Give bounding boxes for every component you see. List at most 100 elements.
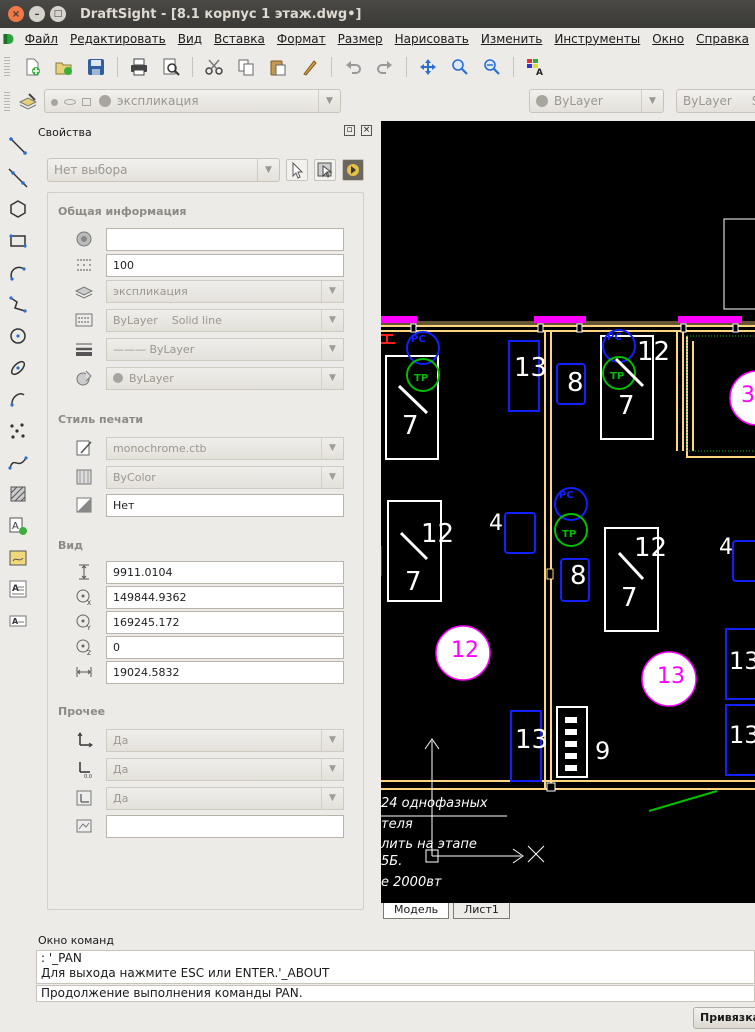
tab-sheet1[interactable]: Лист1 bbox=[453, 903, 510, 919]
linetype-scale-field[interactable]: 100 bbox=[106, 254, 344, 277]
center-x-icon: X bbox=[76, 589, 91, 606]
insert-block-icon: A bbox=[9, 517, 27, 536]
menu-modify[interactable]: Изменить bbox=[475, 32, 549, 46]
arc-tool-button[interactable] bbox=[4, 257, 32, 289]
polygon-tool-button[interactable] bbox=[4, 193, 32, 225]
maximize-icon: □ bbox=[53, 9, 63, 19]
circle-tool-button[interactable] bbox=[4, 320, 32, 352]
select-objects-button[interactable] bbox=[286, 159, 308, 181]
rectangle-tool-button[interactable] bbox=[4, 225, 32, 257]
height-icon bbox=[79, 564, 89, 580]
label-8a: 8 bbox=[567, 368, 584, 398]
center-z-field[interactable]: 0 bbox=[106, 636, 344, 659]
paste-button[interactable] bbox=[266, 55, 290, 79]
properties-palette-button[interactable]: A bbox=[523, 55, 547, 79]
menu-file[interactable]: Файл bbox=[19, 32, 64, 46]
chevron-down-icon: ▼ bbox=[321, 339, 343, 360]
print-button[interactable] bbox=[127, 55, 151, 79]
label-8b: 8 bbox=[570, 561, 587, 591]
tab-model[interactable]: Модель bbox=[383, 903, 450, 919]
save-button[interactable] bbox=[84, 55, 108, 79]
simple-text-icon: A bbox=[9, 615, 27, 627]
toggle-pickadd-button[interactable] bbox=[342, 159, 364, 181]
center-x-field[interactable]: 149844.9362 bbox=[106, 586, 344, 609]
ucs-icon-on-field[interactable]: Да ▼ bbox=[106, 729, 344, 752]
match-properties-button[interactable] bbox=[298, 55, 322, 79]
prop-row-scale: 100 bbox=[48, 253, 363, 277]
ucs-name-field[interactable] bbox=[106, 815, 344, 838]
match-properties-icon bbox=[303, 60, 317, 76]
print-preview-button[interactable] bbox=[159, 55, 183, 79]
cut-button[interactable] bbox=[202, 55, 226, 79]
menu-view[interactable]: Вид bbox=[172, 32, 208, 46]
copy-icon bbox=[238, 59, 254, 76]
center-y-field[interactable]: 169245.172 bbox=[106, 611, 344, 634]
marker-pc-1: PC bbox=[411, 334, 426, 345]
close-window-button[interactable]: × bbox=[8, 6, 24, 22]
close-panel-button[interactable]: × bbox=[361, 125, 372, 136]
color-field[interactable] bbox=[106, 228, 344, 251]
style-table-field[interactable]: monochrome.ctb ▼ bbox=[106, 437, 344, 460]
color-dropdown[interactable]: ByLayer ▼ bbox=[529, 89, 664, 113]
layer-dropdown[interactable]: экспликация ▼ bbox=[44, 89, 341, 113]
undo-button[interactable] bbox=[341, 55, 365, 79]
svg-text:A: A bbox=[12, 521, 19, 532]
spline-tool-button[interactable] bbox=[4, 447, 32, 479]
plot-style-field[interactable]: ByColor ▼ bbox=[106, 466, 344, 489]
image-tool-button[interactable] bbox=[4, 542, 32, 574]
linetype-field-desc: Solid line bbox=[171, 314, 222, 327]
open-file-button[interactable] bbox=[52, 55, 76, 79]
selection-dropdown[interactable]: Нет выбора ▼ bbox=[47, 158, 280, 182]
attached-field[interactable]: Нет bbox=[106, 494, 344, 517]
pan-button[interactable] bbox=[416, 55, 440, 79]
polyline-tool-button[interactable] bbox=[4, 288, 32, 320]
marker-tp-2: TP bbox=[610, 371, 625, 382]
svg-text:0,0: 0,0 bbox=[84, 774, 92, 778]
line-tool-button[interactable] bbox=[4, 130, 32, 162]
menu-dimension[interactable]: Размер bbox=[332, 32, 389, 46]
menu-draw[interactable]: Нарисовать bbox=[389, 32, 475, 46]
infinite-line-tool-button[interactable] bbox=[4, 162, 32, 194]
float-panel-button[interactable]: ▫ bbox=[344, 125, 355, 136]
layer-on-icon bbox=[51, 99, 58, 106]
drawing-canvas[interactable]: 13 8 12 7 7 3 12 4 7 8 12 7 4 12 13 13 1… bbox=[381, 121, 755, 903]
insert-block-tool-button[interactable]: A bbox=[4, 510, 32, 542]
menu-window[interactable]: Окно bbox=[646, 32, 690, 46]
svg-text:A: A bbox=[12, 584, 19, 594]
copy-button[interactable] bbox=[234, 55, 258, 79]
linetype-dropdown[interactable]: ByLayer Sc bbox=[676, 89, 755, 113]
linetype-field[interactable]: ByLayer Solid line ▼ bbox=[106, 309, 344, 332]
elliptical-arc-tool-button[interactable] bbox=[4, 384, 32, 416]
menu-help[interactable]: Справка bbox=[690, 32, 755, 46]
menu-insert[interactable]: Вставка bbox=[208, 32, 271, 46]
quick-select-button[interactable] bbox=[314, 159, 336, 181]
ellipse-tool-button[interactable] bbox=[4, 352, 32, 384]
menu-edit[interactable]: Редактировать bbox=[64, 32, 172, 46]
maximize-window-button[interactable]: □ bbox=[50, 6, 66, 22]
simple-text-tool-button[interactable]: A bbox=[4, 605, 32, 637]
layer-manager-button[interactable] bbox=[18, 92, 38, 112]
zoom-previous-button[interactable] bbox=[480, 55, 504, 79]
toolbar-grip[interactable] bbox=[4, 92, 10, 112]
width-field[interactable]: 19024.5832 bbox=[106, 661, 344, 684]
point-tool-button[interactable] bbox=[4, 415, 32, 447]
minimize-window-button[interactable]: – bbox=[29, 6, 45, 22]
plot-color-field[interactable]: ByLayer ▼ bbox=[106, 367, 344, 390]
layer-field[interactable]: экспликация ▼ bbox=[106, 280, 344, 303]
snap-button[interactable]: Привязка bbox=[693, 1007, 755, 1029]
command-input[interactable]: Продолжение выполнения команды PAN. bbox=[36, 985, 755, 1002]
new-file-button[interactable] bbox=[20, 55, 44, 79]
hatch-tool-button[interactable] bbox=[4, 479, 32, 511]
zoom-window-button[interactable] bbox=[448, 55, 472, 79]
layer-freeze-icon bbox=[64, 99, 76, 105]
redo-button[interactable] bbox=[373, 55, 397, 79]
toolbar-grip[interactable] bbox=[4, 57, 10, 77]
lineweight-field[interactable]: ——— ByLayer ▼ bbox=[106, 338, 344, 361]
multiline-text-tool-button[interactable]: A bbox=[4, 574, 32, 606]
ucs-origin-field[interactable]: Да ▼ bbox=[106, 758, 344, 781]
chevron-down-icon: ▼ bbox=[321, 730, 343, 751]
menu-tools[interactable]: Инструменты bbox=[548, 32, 646, 46]
menu-format[interactable]: Формат bbox=[271, 32, 332, 46]
ucs-viewport-field[interactable]: Да ▼ bbox=[106, 787, 344, 810]
height-field[interactable]: 9911.0104 bbox=[106, 561, 344, 584]
